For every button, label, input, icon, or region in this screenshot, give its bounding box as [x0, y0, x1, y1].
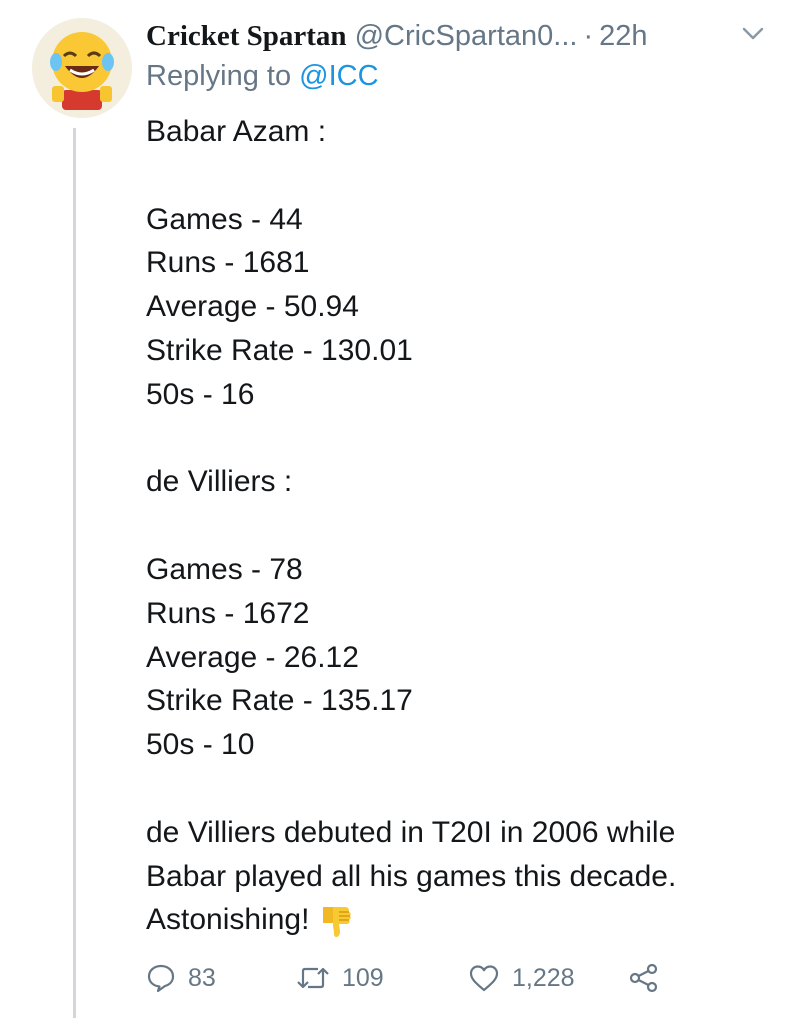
mention-link[interactable]: @ICC — [299, 60, 378, 92]
tweet-line: Babar played all his games this decade. — [146, 859, 677, 893]
reply-icon — [147, 964, 175, 993]
tweet-text: Babar Azam : Games - 44 Runs - 1681 Aver… — [146, 110, 776, 942]
chevron-down-icon[interactable] — [740, 20, 766, 46]
like-icon — [469, 965, 499, 992]
display-name[interactable]: Cricket Spartan — [146, 20, 347, 53]
tweet-line: Babar Azam : — [146, 115, 327, 148]
tweet-line: Games - 78 — [146, 552, 303, 586]
share-icon — [629, 963, 658, 993]
timestamp[interactable]: 22h — [599, 20, 647, 53]
laughing-crying-emoji-avatar-icon — [32, 18, 132, 118]
tweet-line: Runs - 1672 — [146, 596, 310, 630]
retweet-count: 109 — [342, 963, 384, 992]
tweet-line: Games - 44 — [146, 202, 303, 236]
tweet-line: 50s - 10 — [146, 728, 255, 762]
replying-to: Replying to @ICC — [146, 60, 379, 93]
retweet-button[interactable]: 109 — [296, 956, 384, 1000]
tweet-line: Runs - 1681 — [146, 246, 310, 280]
tweet-actions: 83 109 1,228 — [146, 956, 706, 1000]
tweet-line: Strike Rate - 130.01 — [146, 333, 413, 367]
tweet-line: Average - 26.12 — [146, 640, 359, 674]
thread-line — [73, 128, 76, 1018]
tweet-line: de Villiers : — [146, 465, 293, 499]
tweet-line: 50s - 16 — [146, 377, 255, 411]
thumbs-down-emoji-icon — [323, 907, 352, 938]
reply-count: 83 — [188, 963, 216, 992]
tweet-line: Strike Rate - 135.17 — [146, 684, 413, 718]
reply-button[interactable]: 83 — [146, 956, 216, 1000]
tweet-line: Average - 50.94 — [146, 290, 359, 324]
like-button[interactable]: 1,228 — [468, 956, 575, 1000]
like-count: 1,228 — [512, 963, 575, 992]
avatar[interactable] — [32, 18, 132, 118]
share-button[interactable] — [628, 956, 672, 1000]
replying-to-label: Replying to — [146, 60, 292, 92]
tweet-line: de Villiers debuted in T20I in 2006 whil… — [146, 815, 676, 849]
separator-dot: · — [583, 19, 594, 52]
retweet-icon — [297, 967, 329, 989]
tweet-last-line: Astonishing! — [146, 898, 776, 942]
user-handle[interactable]: @CricSpartan0... — [355, 20, 578, 53]
tweet-header: Cricket Spartan @CricSpartan0... · 22h — [146, 16, 766, 56]
tweet-line: Astonishing! — [146, 903, 310, 937]
